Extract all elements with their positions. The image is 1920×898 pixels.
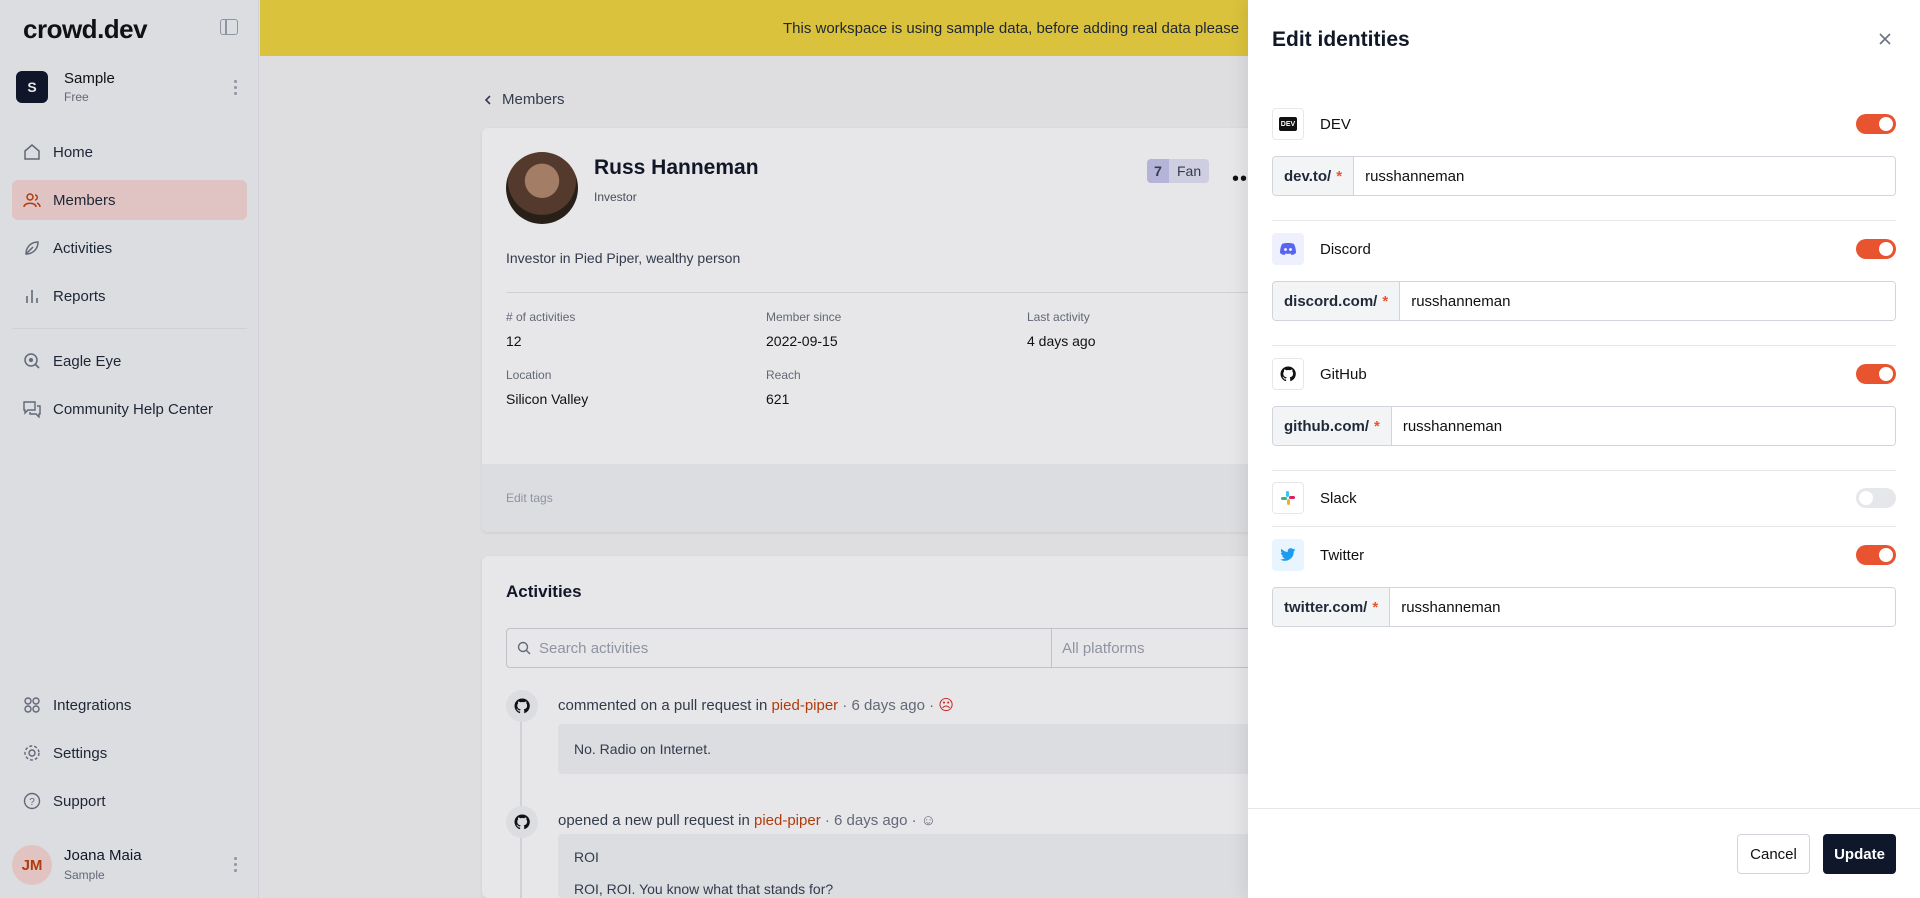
- twitter-username-input[interactable]: [1390, 588, 1895, 626]
- github-prefix: github.com/ *: [1273, 407, 1392, 445]
- identity-platform-name: DEV: [1320, 115, 1351, 133]
- github-toggle[interactable]: [1856, 364, 1896, 384]
- edit-identities-drawer: Edit identities DEV DEV dev.to/* Discord…: [1248, 0, 1920, 898]
- dev-username-input[interactable]: [1354, 157, 1895, 195]
- required-marker: *: [1336, 167, 1343, 185]
- twitter-toggle[interactable]: [1856, 545, 1896, 565]
- dev-toggle[interactable]: [1856, 114, 1896, 134]
- identity-divider: [1272, 345, 1896, 346]
- prefix-text: discord.com/: [1284, 292, 1378, 310]
- github-username-field: github.com/ *: [1272, 406, 1896, 446]
- update-button[interactable]: Update: [1823, 834, 1896, 874]
- discord-toggle[interactable]: [1856, 239, 1896, 259]
- drawer-title: Edit identities: [1272, 28, 1410, 51]
- identity-row-twitter: Twitter: [1272, 539, 1896, 571]
- github-username-input[interactable]: [1391, 407, 1895, 445]
- modal-overlay[interactable]: [0, 0, 1248, 898]
- prefix-text: dev.to/: [1284, 167, 1332, 185]
- required-marker: *: [1374, 417, 1380, 435]
- prefix-text: twitter.com/: [1284, 598, 1368, 616]
- dev-username-field: dev.to/*: [1272, 156, 1896, 196]
- twitter-prefix: twitter.com/*: [1273, 588, 1391, 626]
- discord-icon: [1272, 233, 1304, 265]
- discord-prefix: discord.com/*: [1273, 282, 1401, 320]
- identity-row-dev: DEV DEV: [1272, 108, 1896, 140]
- identity-divider: [1272, 526, 1896, 527]
- identity-divider: [1272, 220, 1896, 221]
- identity-platform-name: GitHub: [1320, 365, 1367, 383]
- identity-platform-name: Discord: [1320, 240, 1371, 258]
- prefix-text: github.com/: [1284, 417, 1369, 435]
- identity-divider: [1272, 470, 1896, 471]
- discord-username-input[interactable]: [1400, 282, 1895, 320]
- dev-prefix: dev.to/*: [1273, 157, 1355, 195]
- slack-toggle[interactable]: [1856, 488, 1896, 508]
- twitter-username-field: twitter.com/*: [1272, 587, 1896, 627]
- drawer-footer: Cancel Update: [1248, 808, 1920, 898]
- cancel-button[interactable]: Cancel: [1737, 834, 1810, 874]
- discord-username-field: discord.com/*: [1272, 281, 1896, 321]
- required-marker: *: [1382, 292, 1389, 310]
- identity-platform-name: Slack: [1320, 489, 1357, 507]
- identity-row-slack: Slack: [1272, 482, 1896, 514]
- identity-row-discord: Discord: [1272, 233, 1896, 265]
- required-marker: *: [1372, 598, 1379, 616]
- github-icon: [1272, 358, 1304, 390]
- slack-icon: [1272, 482, 1304, 514]
- close-icon[interactable]: [1876, 30, 1894, 48]
- twitter-icon: [1272, 539, 1304, 571]
- identity-platform-name: Twitter: [1320, 546, 1365, 564]
- identity-row-github: GitHub: [1272, 358, 1896, 390]
- dev-icon: DEV: [1272, 108, 1304, 140]
